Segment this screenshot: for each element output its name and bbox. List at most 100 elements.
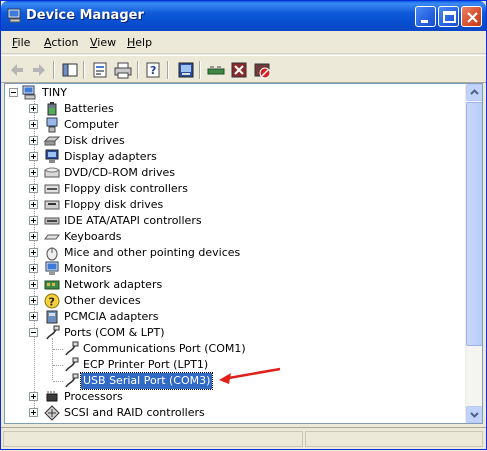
minimize-icon (421, 20, 428, 23)
tree-item-batteries[interactable]: Batteries (5, 101, 465, 117)
expand-toggle[interactable] (29, 296, 38, 305)
tree-item-ports[interactable]: Ports (COM & LPT) (5, 325, 465, 341)
battery-icon (47, 102, 57, 116)
tree-item-pcmcia-adapters[interactable]: PCMCIA adapters (5, 309, 465, 325)
menu-file[interactable]: File (12, 36, 30, 49)
close-button[interactable] (461, 6, 482, 27)
display-adapter-icon (45, 149, 59, 163)
expand-toggle[interactable] (29, 104, 38, 113)
svg-text:?: ? (49, 296, 55, 309)
close-icon (467, 12, 478, 23)
properties-icon[interactable] (90, 60, 110, 80)
keyboard-icon (44, 234, 60, 240)
pcmcia-icon (46, 310, 58, 324)
help-icon[interactable]: ? (144, 60, 164, 80)
expand-toggle[interactable] (29, 408, 38, 417)
tree-item-network-adapters[interactable]: Network adapters (5, 277, 465, 293)
computer-view-icon[interactable] (176, 60, 196, 80)
monitor-icon (45, 261, 59, 275)
expand-toggle[interactable] (29, 264, 38, 273)
forward-arrow-icon[interactable] (29, 60, 49, 80)
expand-toggle[interactable] (29, 392, 38, 401)
selected-device-label: USB Serial Port (COM3) (79, 372, 214, 390)
show-hide-console-tree-icon[interactable] (60, 60, 80, 80)
chevron-up-icon (470, 89, 479, 95)
expand-toggle[interactable] (29, 168, 38, 177)
tree-item-ide-controllers[interactable]: IDE ATA/ATAPI controllers (5, 213, 465, 229)
tree-item-usb-serial-com3[interactable]: USB Serial Port (COM3) (5, 372, 465, 390)
tree-item-scsi-raid-controllers[interactable]: SCSI and RAID controllers (5, 405, 465, 421)
ide-controller-icon (44, 217, 60, 225)
toolbar-separator (83, 61, 85, 79)
computer-icon (46, 117, 58, 133)
print-icon[interactable] (113, 60, 133, 80)
scroll-thumb[interactable] (466, 102, 482, 346)
unknown-device-icon: ? (44, 293, 60, 309)
tree-item-dvd-cdrom-drives[interactable]: DVD/CD-ROM drives (5, 165, 465, 181)
disable-device-icon[interactable] (252, 60, 272, 80)
port-icon (65, 373, 79, 388)
computer-icon (7, 8, 21, 23)
expand-toggle[interactable] (29, 280, 38, 289)
tree-item-processors[interactable]: Processors (5, 389, 465, 405)
collapse-toggle[interactable] (29, 328, 38, 337)
toolbar-separator (53, 61, 55, 79)
computer-icon (22, 85, 36, 100)
toolbar-separator (137, 61, 139, 79)
floppy-drive-icon (44, 200, 60, 210)
menu-view[interactable]: View (90, 36, 116, 49)
title-bar[interactable]: Device Manager (1, 1, 486, 31)
window-title: Device Manager (26, 8, 144, 23)
cdrom-icon (44, 167, 60, 178)
collapse-toggle[interactable] (9, 88, 18, 97)
floppy-controller-icon (44, 184, 60, 194)
menu-action[interactable]: Action (44, 36, 78, 49)
expand-toggle[interactable] (29, 136, 38, 145)
scan-hardware-icon[interactable] (206, 60, 226, 80)
svg-text:?: ? (150, 64, 156, 77)
port-icon (65, 357, 79, 372)
tree-item-floppy-disk-controllers[interactable]: Floppy disk controllers (5, 181, 465, 197)
tree-item-floppy-disk-drives[interactable]: Floppy disk drives (5, 197, 465, 213)
tree-item-computer[interactable]: Computer (5, 117, 465, 133)
tree-item-mice[interactable]: Mice and other pointing devices (5, 245, 465, 261)
scroll-up-button[interactable] (466, 84, 482, 101)
toolbar: ? (1, 55, 486, 83)
uninstall-icon[interactable] (229, 60, 249, 80)
status-cell (3, 431, 303, 447)
scsi-controller-icon (44, 405, 60, 421)
expand-toggle[interactable] (29, 216, 38, 225)
expand-toggle[interactable] (29, 248, 38, 257)
tree-item-monitors[interactable]: Monitors (5, 261, 465, 277)
status-bar (1, 427, 486, 449)
tree-item-com1[interactable]: Communications Port (COM1) (5, 341, 465, 357)
expand-toggle[interactable] (29, 312, 38, 321)
chevron-down-icon (470, 412, 479, 418)
disk-drive-icon (44, 136, 60, 146)
tree-item-display-adapters[interactable]: Display adapters (5, 149, 465, 165)
maximize-button[interactable] (438, 6, 459, 27)
status-cell (305, 431, 483, 447)
expand-toggle[interactable] (29, 152, 38, 161)
back-arrow-icon[interactable] (7, 60, 27, 80)
menu-bar: File Action View Help (1, 32, 486, 54)
tree-item-other-devices[interactable]: ? Other devices (5, 293, 465, 309)
minimize-button[interactable] (415, 6, 436, 27)
tree-root-label: TINY (42, 86, 67, 99)
scroll-down-button[interactable] (466, 406, 482, 423)
device-manager-window: Device Manager File Action View Help ? T… (0, 0, 487, 450)
tree-item-lpt1[interactable]: ECP Printer Port (LPT1) (5, 357, 465, 373)
toolbar-separator (199, 61, 201, 79)
tree-item-disk-drives[interactable]: Disk drives (5, 133, 465, 149)
expand-toggle[interactable] (29, 200, 38, 209)
expand-toggle[interactable] (29, 232, 38, 241)
vertical-scrollbar[interactable] (465, 84, 482, 423)
device-tree[interactable]: TINY Batteries Computer Disk drives Disp… (4, 83, 483, 424)
menu-help[interactable]: Help (127, 36, 152, 49)
network-adapter-icon (44, 280, 60, 290)
expand-toggle[interactable] (29, 184, 38, 193)
tree-root[interactable]: TINY (5, 85, 465, 101)
tree-item-keyboards[interactable]: Keyboards (5, 229, 465, 245)
port-icon (65, 341, 79, 356)
expand-toggle[interactable] (29, 120, 38, 129)
